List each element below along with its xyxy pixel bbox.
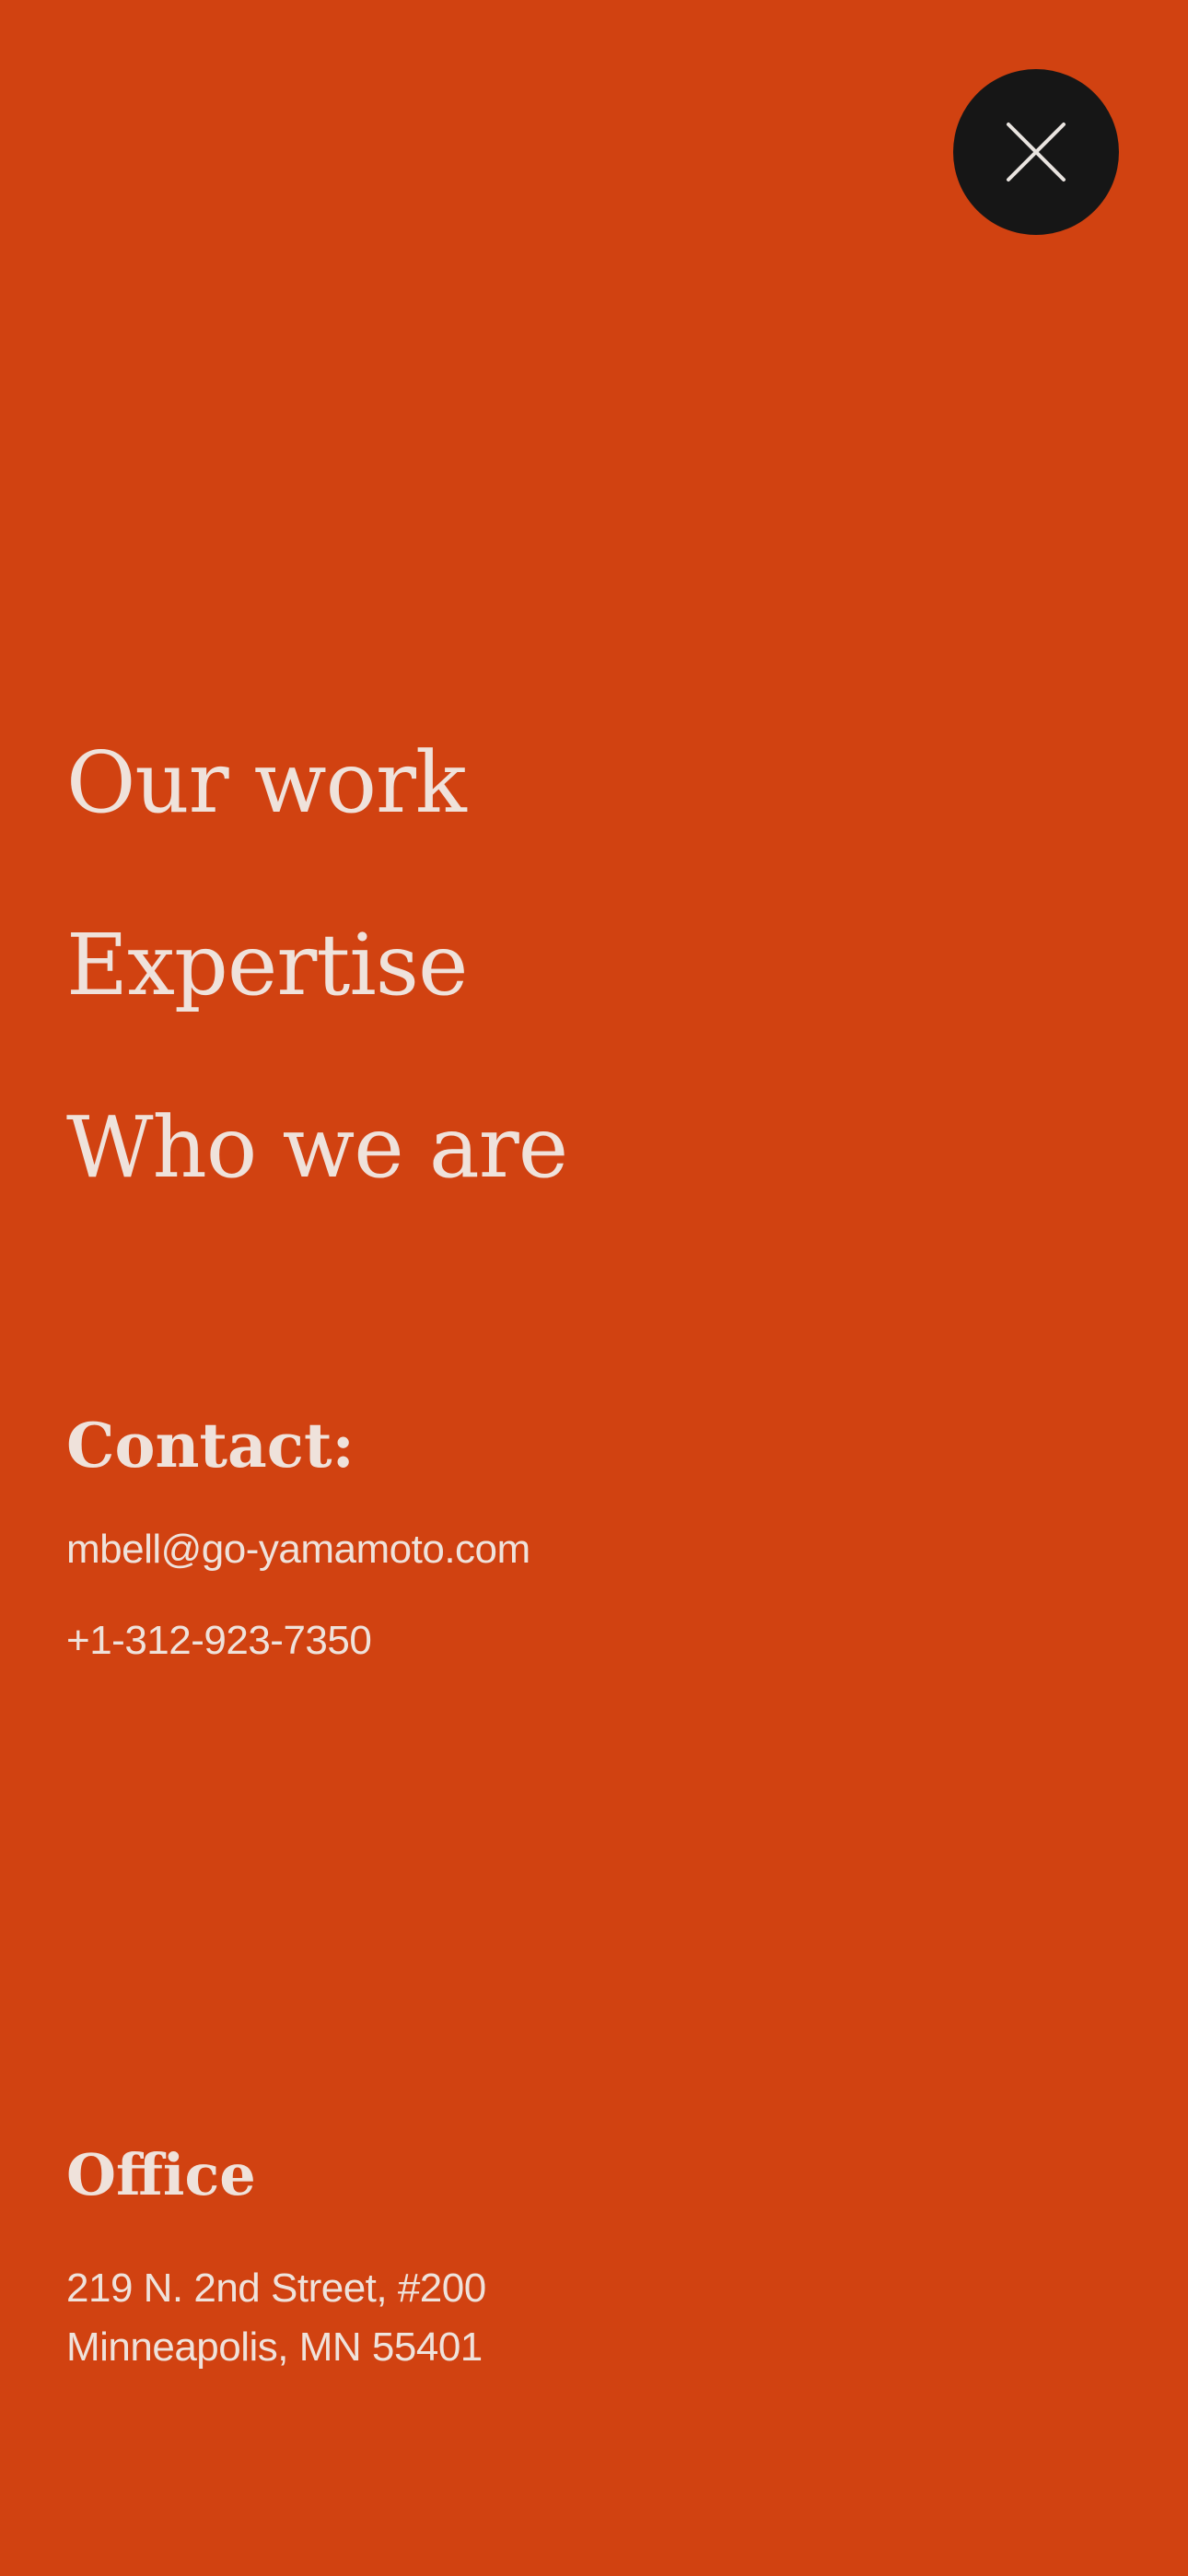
nav-item-our-work[interactable]: Our work	[66, 737, 567, 919]
nav-item-who-we-are[interactable]: Who we are	[66, 1102, 568, 1284]
contact-phone-link[interactable]: +1-312-923-7350	[66, 1613, 372, 1669]
main-nav: Our work Expertise Who we are	[66, 737, 568, 1284]
office-heading: Office	[66, 2141, 256, 2208]
contact-heading: Contact:	[66, 1410, 355, 1481]
office-address-line2: Minneapolis, MN 55401	[66, 2324, 483, 2370]
nav-item-expertise[interactable]: Expertise	[66, 919, 567, 1102]
close-button[interactable]	[953, 69, 1119, 235]
office-address-line1: 219 N. 2nd Street, #200	[66, 2266, 486, 2311]
close-icon	[1007, 123, 1066, 181]
contact-email-link[interactable]: mbell@go-yamamoto.com	[66, 1522, 530, 1577]
office-address: 219 N. 2nd Street, #200 Minneapolis, MN …	[66, 2259, 486, 2377]
